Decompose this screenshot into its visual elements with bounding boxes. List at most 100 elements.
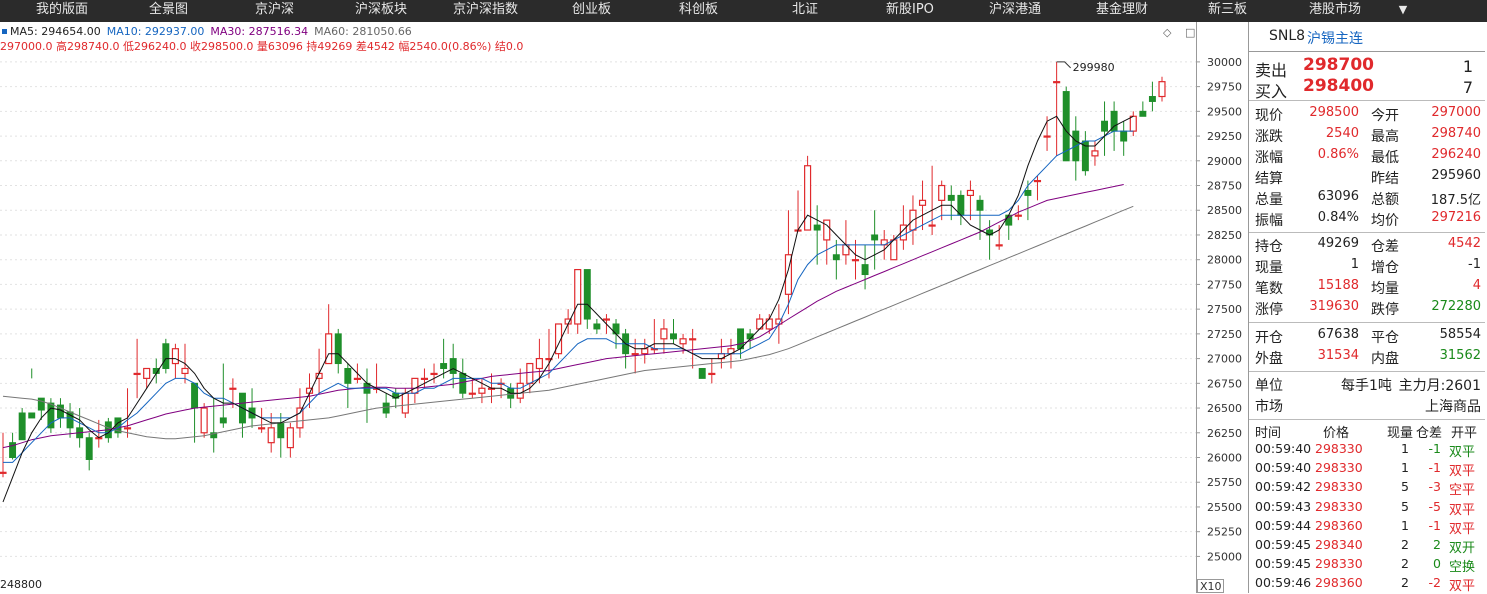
- candle-body: [660, 328, 668, 340]
- y-tick-label: 25250: [1207, 526, 1242, 539]
- oi-value2-2: 4: [1472, 278, 1481, 293]
- nav-item-5[interactable]: 创业板: [572, 0, 611, 22]
- stat-value-4: 63096: [1317, 189, 1359, 204]
- ticks-header-vol: 现量: [1387, 426, 1414, 441]
- stat-value-5: 0.84%: [1317, 210, 1359, 225]
- candle-body: [1148, 96, 1156, 102]
- candle-body: [871, 234, 879, 241]
- tick-price: 298360: [1315, 575, 1363, 591]
- candle-body: [1053, 81, 1061, 84]
- flow-label2-0: 平仓: [1371, 330, 1399, 346]
- tick-type: 空换: [1449, 560, 1476, 576]
- oi-value2-3: 272280: [1431, 299, 1481, 314]
- candle-body: [1120, 130, 1128, 142]
- candle-body: [478, 387, 486, 394]
- candle-body: [1024, 189, 1032, 196]
- symbol-code: SNL8: [1269, 28, 1306, 44]
- candle-body: [602, 318, 611, 321]
- stat-label-2: 涨幅: [1255, 150, 1283, 166]
- y-tick-label: 26500: [1207, 402, 1242, 415]
- tick-volume: 2: [1401, 575, 1409, 591]
- candle-body: [957, 194, 965, 216]
- stat-value2-5: 297216: [1431, 210, 1481, 225]
- market-label: 市场: [1255, 399, 1283, 415]
- nav-item-12[interactable]: 港股市场: [1309, 0, 1361, 22]
- tick-type: 空平: [1449, 483, 1476, 499]
- section-divider: [1249, 232, 1485, 233]
- diamond-icon[interactable]: ◇: [1163, 27, 1171, 39]
- main-contract: 主力月:2601: [1398, 378, 1481, 394]
- candle-body: [641, 348, 649, 355]
- y-tick-label: 28750: [1207, 180, 1242, 193]
- nav-item-0[interactable]: 我的版面: [36, 0, 88, 22]
- stat-label-4: 总量: [1255, 192, 1283, 208]
- nav-item-4[interactable]: 京沪深指数: [453, 0, 518, 22]
- candle-body: [1139, 110, 1147, 117]
- candle-body: [516, 382, 524, 399]
- candle-body: [1101, 120, 1108, 132]
- candle-body: [47, 402, 55, 429]
- nav-item-8[interactable]: 新股IPO: [886, 0, 934, 22]
- stat-value-1: 2540: [1325, 126, 1359, 141]
- nav-item-1[interactable]: 全景图: [149, 0, 188, 22]
- market-value: 上海商品: [1425, 399, 1481, 415]
- tick-time: 00:59:44: [1255, 517, 1312, 533]
- oi-label-0: 持仓: [1255, 239, 1283, 255]
- candle-body: [1158, 81, 1166, 98]
- nav-item-10[interactable]: 基金理财: [1096, 0, 1148, 22]
- tick-oi-change: -2: [1428, 575, 1441, 591]
- min-price-label: 248800: [0, 578, 42, 591]
- tick-volume: 1: [1401, 460, 1409, 476]
- ma-legend-marker: [2, 29, 7, 34]
- box-icon[interactable]: □: [1185, 27, 1195, 39]
- ticks-header-oi: 仓差: [1416, 426, 1443, 441]
- unit-value: 每手1吨: [1341, 378, 1392, 394]
- candle-body: [631, 353, 639, 356]
- candle-body: [468, 392, 476, 395]
- candle-body: [966, 189, 974, 197]
- candle-body: [18, 412, 26, 441]
- y-tick-label: 26250: [1207, 427, 1242, 440]
- symbol-name[interactable]: 沪锡主连: [1307, 28, 1363, 48]
- candle-body: [1014, 214, 1022, 217]
- section-divider: [1249, 322, 1485, 323]
- stat-value2-1: 298740: [1431, 126, 1481, 141]
- y-tick-label: 28500: [1207, 204, 1242, 217]
- nav-item-2[interactable]: 京沪深: [255, 0, 294, 22]
- quote-panel: SNL8 沪锡主连 卖出 298700 1 买入 298400 7 现价 298500 今开 2970…: [1249, 22, 1485, 594]
- candle-body: [535, 357, 543, 370]
- nav-item-3[interactable]: 沪深板块: [355, 0, 407, 22]
- tick-price: 298330: [1315, 498, 1363, 514]
- oi-value-2: 15188: [1317, 278, 1359, 293]
- nav-item-6[interactable]: 科创板: [679, 0, 718, 22]
- stat-label2-4: 总额: [1371, 192, 1399, 208]
- candle-body: [1033, 179, 1042, 183]
- ma-legend-0: MA5: 294654.00: [10, 25, 101, 38]
- nav-item-9[interactable]: 沪深港通: [989, 0, 1041, 22]
- nav-item-7[interactable]: 北证: [792, 0, 818, 22]
- nav-item-11[interactable]: 新三板: [1208, 0, 1247, 22]
- stat-label2-1: 最高: [1371, 129, 1399, 145]
- flow-value-1: 31534: [1317, 348, 1359, 363]
- candle-body: [229, 387, 237, 390]
- tick-volume: 1: [1401, 517, 1409, 533]
- buy-volume: 7: [1462, 78, 1473, 97]
- candle-body: [334, 333, 342, 365]
- candle-body: [670, 333, 677, 340]
- y-tick-label: 29000: [1207, 155, 1242, 168]
- candle-body: [832, 254, 840, 261]
- unit-label: 单位: [1255, 378, 1283, 394]
- stat-label2-5: 均价: [1371, 213, 1399, 229]
- candle-body: [813, 224, 821, 231]
- y-tick-label: 28000: [1207, 254, 1242, 267]
- tick-oi-change: -3: [1428, 479, 1441, 495]
- candle-body: [890, 239, 898, 261]
- tick-time: 00:59:45: [1255, 556, 1312, 572]
- tick-price: 298330: [1315, 556, 1363, 572]
- oi-value-0: 49269: [1317, 236, 1359, 251]
- y-tick-label: 27250: [1207, 328, 1242, 341]
- y-tick-label: 26750: [1207, 377, 1242, 390]
- triangle-down-icon[interactable]: ▼: [1392, 0, 1414, 22]
- candlestick-chart[interactable]: 25000 25250 25500 25750 26000 26250 26500 26750…: [0, 22, 1249, 593]
- y-tick-label: 27500: [1207, 303, 1242, 316]
